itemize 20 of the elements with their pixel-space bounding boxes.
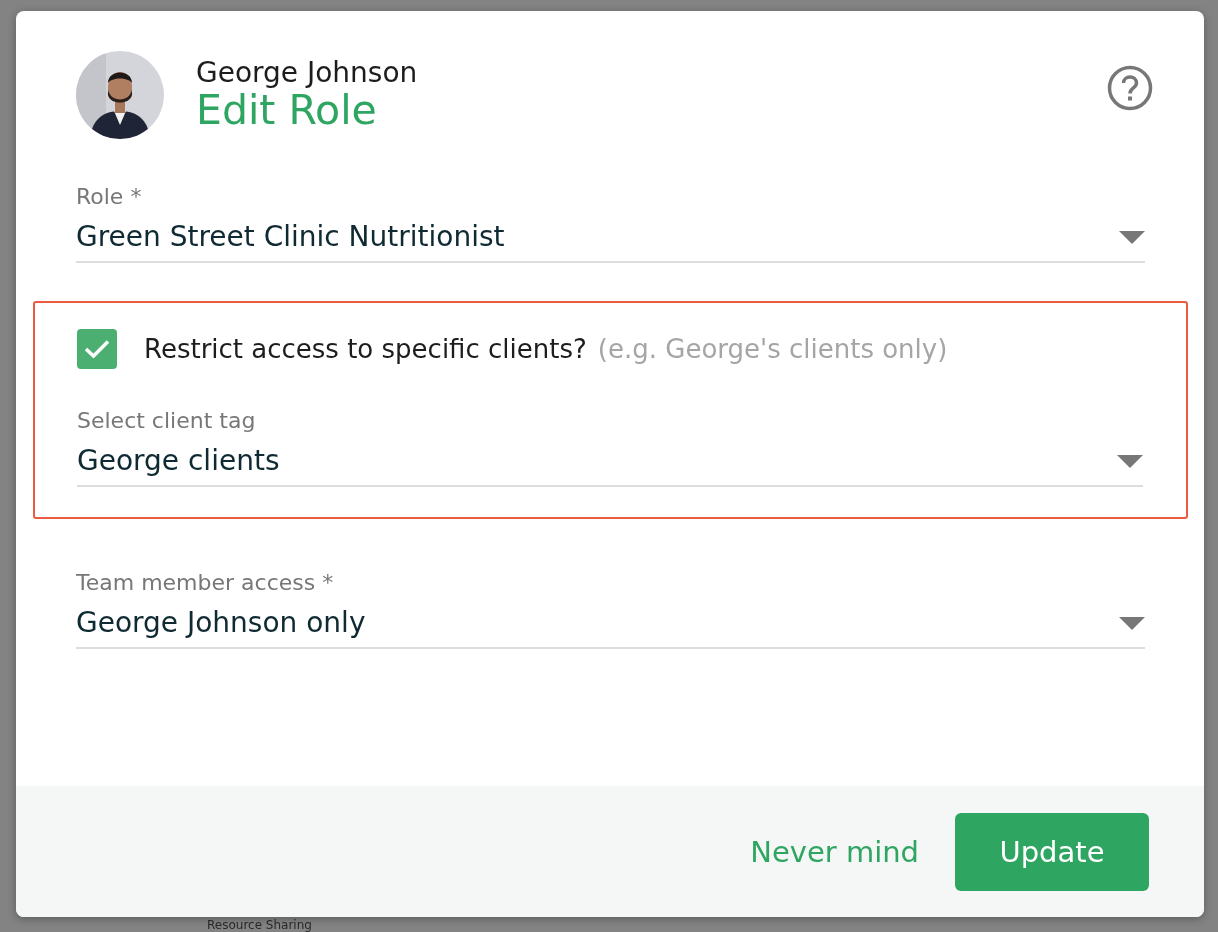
checkbox[interactable]: [77, 329, 117, 369]
select-field[interactable]: Role * Green Street Clinic Nutritionist: [76, 183, 1145, 263]
caret-icon: [1119, 230, 1145, 244]
section-heading: Resource Sharing: [207, 918, 312, 932]
field-label: Role *: [76, 183, 142, 211]
help-icon[interactable]: [1107, 65, 1153, 111]
field-value: George Johnson only: [76, 605, 366, 641]
caret-icon: [1117, 454, 1143, 468]
dialog-title: Edit Role: [196, 88, 377, 132]
field-label: Select client tag: [77, 407, 256, 435]
field-label: Team member access *: [76, 569, 334, 597]
select-field[interactable]: Select client tag George clients: [77, 407, 1143, 487]
caret-icon: [1119, 616, 1145, 630]
check-icon: [84, 339, 110, 359]
checkbox-label: Restrict access to specific clients?: [144, 334, 587, 364]
field-value: George clients: [77, 443, 280, 479]
select-field[interactable]: Team member access * George Johnson only: [76, 569, 1145, 649]
field-value: Green Street Clinic Nutritionist: [76, 219, 505, 255]
user-name: George Johnson: [196, 58, 419, 88]
hint-text: (e.g. George's clients only): [597, 334, 948, 364]
